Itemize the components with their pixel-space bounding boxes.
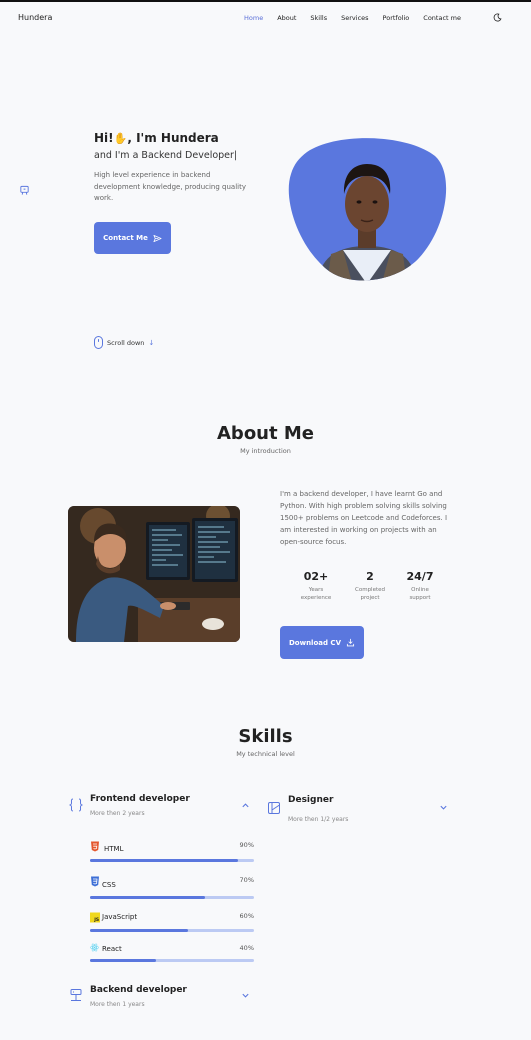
about-text: I'm a backend developer, I have learnt G…	[280, 490, 448, 546]
waving-hand-icon: ✋	[113, 132, 128, 145]
skills-title: Skills	[238, 726, 293, 747]
hero-greeting: Hi!✋, I'm Hundera	[94, 131, 219, 145]
skill-css: CSS 70%	[90, 875, 254, 899]
hero-role: and I'm a Backend Developer|	[94, 150, 238, 161]
javascript-icon: JS	[90, 912, 100, 923]
css-level	[90, 896, 205, 899]
about-photo	[68, 506, 240, 642]
moon-icon[interactable]	[493, 13, 502, 22]
frontend-subtitle: More then 2 years	[90, 810, 145, 817]
svg-text:JS: JS	[93, 917, 99, 923]
skill-html: HTML 90%	[90, 840, 254, 864]
html5-icon	[91, 841, 99, 852]
javascript-level	[90, 929, 189, 932]
designer-title: Designer	[288, 795, 334, 805]
nav-link-about[interactable]: About	[277, 14, 296, 22]
nav-link-skills[interactable]: Skills	[310, 14, 327, 22]
arrow-down-icon: ↓	[148, 338, 155, 347]
about-title: About Me	[217, 423, 314, 444]
chevron-up-icon[interactable]	[241, 801, 250, 810]
backend-subtitle: More then 1 years	[90, 1001, 145, 1008]
server-icon	[70, 989, 82, 1001]
brand-logo[interactable]: Hundera	[18, 13, 52, 22]
skill-react: React 40%	[90, 943, 254, 967]
css3-icon	[91, 876, 99, 887]
navbar: Hundera Home About Skills Services Portf…	[0, 2, 531, 36]
html-level	[90, 859, 238, 862]
design-icon	[268, 802, 280, 814]
download-icon	[346, 638, 355, 647]
frontend-title: Frontend developer	[90, 794, 190, 804]
nav-link-services[interactable]: Services	[341, 14, 368, 22]
stat-projects: 2 Completed project	[355, 570, 385, 601]
nav-links: Home About Skills Services Portfolio Con…	[244, 14, 475, 22]
skills-subtitle: My technical level	[236, 750, 295, 758]
dribbble-icon[interactable]	[19, 185, 30, 196]
send-icon	[153, 234, 162, 242]
stat-experience: 02+ Years experience	[300, 570, 332, 601]
skill-javascript: JS JavaScript 60%	[90, 911, 254, 935]
about-subtitle: My introduction	[240, 447, 291, 455]
mouse-icon	[94, 336, 103, 349]
profile-photo	[288, 138, 447, 281]
download-cv-button[interactable]: Download CV	[280, 626, 364, 659]
backend-title: Backend developer	[90, 985, 187, 995]
react-icon	[90, 943, 99, 952]
nav-link-contact[interactable]: Contact me	[423, 14, 461, 22]
stat-support: 24/7 Online support	[406, 570, 434, 601]
react-level	[90, 959, 156, 962]
braces-icon	[69, 798, 83, 812]
designer-subtitle: More then 1/2 years	[288, 816, 349, 823]
chevron-down-icon[interactable]	[241, 991, 250, 1000]
chevron-down-icon[interactable]	[439, 803, 448, 812]
scroll-down-link[interactable]: Scroll down ↓	[94, 336, 154, 349]
nav-link-home[interactable]: Home	[244, 14, 263, 22]
nav-link-portfolio[interactable]: Portfolio	[383, 14, 410, 22]
hero-description: High level experience in backend develop…	[94, 171, 246, 202]
contact-me-button[interactable]: Contact Me	[94, 222, 171, 254]
